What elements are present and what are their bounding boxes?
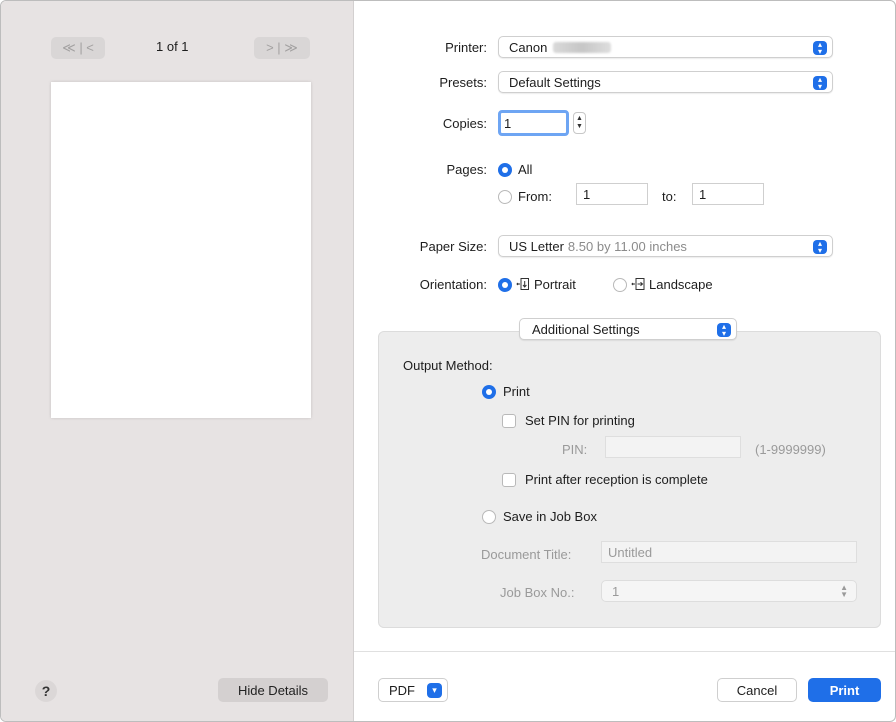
pages-label: Pages: bbox=[446, 162, 487, 177]
copies-label: Copies: bbox=[442, 116, 487, 131]
orientation-landscape-radio[interactable] bbox=[613, 278, 627, 292]
paper-size-value: US Letter bbox=[509, 238, 564, 254]
presets-popup[interactable]: Default Settings ▴ ▾ bbox=[498, 71, 833, 93]
print-after-reception-checkbox[interactable] bbox=[502, 473, 516, 487]
pages-all-label: All bbox=[518, 162, 533, 177]
output-job-box-label: Save in Job Box bbox=[503, 509, 597, 524]
printer-label: Printer: bbox=[445, 40, 487, 55]
output-job-box-radio[interactable] bbox=[482, 510, 496, 524]
preview-page-count: 1 of 1 bbox=[156, 39, 189, 54]
section-popup[interactable]: Additional Settings ▴ ▾ bbox=[519, 318, 737, 340]
print-button[interactable]: Print bbox=[808, 678, 881, 702]
output-print-label: Print bbox=[503, 384, 530, 399]
print-after-reception-label: Print after reception is complete bbox=[525, 472, 708, 487]
pages-to-field[interactable]: 1 bbox=[692, 183, 764, 205]
job-box-number-label: Job Box No.: bbox=[500, 585, 575, 600]
presets-label: Presets: bbox=[439, 75, 487, 90]
preview-prev-button[interactable]: ≪ | < bbox=[51, 37, 105, 59]
chevron-down-icon: ▾ bbox=[427, 683, 442, 698]
presets-value: Default Settings bbox=[509, 74, 601, 90]
orientation-portrait-label: Portrait bbox=[534, 277, 576, 292]
pages-from-label: From: bbox=[518, 189, 552, 204]
job-box-number-popup[interactable]: 1 ▲ ▼ bbox=[601, 580, 857, 602]
portrait-orientation-icon bbox=[516, 277, 530, 291]
pages-from-field[interactable]: 1 bbox=[576, 183, 648, 205]
output-method-heading: Output Method: bbox=[403, 358, 493, 373]
section-popup-value: Additional Settings bbox=[532, 321, 640, 337]
set-pin-label: Set PIN for printing bbox=[525, 413, 635, 428]
orientation-label: Orientation: bbox=[419, 277, 487, 292]
chevron-popup-icon: ▴ ▾ bbox=[813, 240, 827, 255]
paper-size-detail: 8.50 by 11.00 inches bbox=[567, 238, 687, 254]
chevron-popup-icon: ▴ ▾ bbox=[813, 76, 827, 91]
pages-from-radio[interactable] bbox=[498, 190, 512, 204]
help-icon[interactable]: ? bbox=[35, 680, 57, 702]
pdf-button-label: PDF bbox=[389, 682, 415, 698]
hide-details-button[interactable]: Hide Details bbox=[218, 678, 328, 702]
page-preview bbox=[51, 82, 311, 418]
cancel-button[interactable]: Cancel bbox=[717, 678, 797, 702]
redacted-model bbox=[553, 41, 612, 53]
chevron-popup-icon: ▴ ▾ bbox=[813, 41, 827, 56]
document-title-label: Document Title: bbox=[481, 547, 572, 562]
pin-range-text: (1-9999999) bbox=[755, 442, 826, 457]
preview-next-button[interactable]: > | ≫ bbox=[254, 37, 310, 59]
footer-divider bbox=[354, 651, 895, 652]
paper-size-label: Paper Size: bbox=[419, 239, 487, 254]
chevron-popup-icon: ▲ ▼ bbox=[840, 583, 848, 599]
print-dialog: ≪ | < 1 of 1 > | ≫ ? Hide Details Printe… bbox=[0, 0, 896, 722]
orientation-landscape-label: Landscape bbox=[649, 277, 713, 292]
orientation-portrait-radio[interactable] bbox=[498, 278, 512, 292]
job-box-number-value: 1 bbox=[612, 583, 620, 599]
pin-label: PIN: bbox=[562, 442, 588, 457]
paper-size-popup[interactable]: US Letter 8.50 by 11.00 inches ▴ ▾ bbox=[498, 235, 833, 257]
document-title-field[interactable]: Untitled bbox=[601, 541, 857, 563]
landscape-orientation-icon bbox=[631, 277, 645, 291]
pages-all-radio[interactable] bbox=[498, 163, 512, 177]
set-pin-checkbox[interactable] bbox=[502, 414, 516, 428]
output-print-radio[interactable] bbox=[482, 385, 496, 399]
pages-to-label: to: bbox=[662, 189, 677, 204]
copies-field[interactable]: 1 bbox=[498, 110, 569, 136]
printer-popup[interactable]: Canon ▴ ▾ bbox=[498, 36, 833, 58]
preview-panel: ≪ | < 1 of 1 > | ≫ ? Hide Details bbox=[1, 1, 354, 721]
printer-value: Canon bbox=[509, 39, 548, 55]
pdf-menu-button[interactable]: PDF ▾ bbox=[378, 678, 448, 702]
chevron-popup-icon: ▴ ▾ bbox=[717, 323, 731, 338]
pin-field[interactable] bbox=[605, 436, 741, 458]
copies-stepper-icon[interactable]: ▲ ▼ bbox=[573, 112, 586, 134]
